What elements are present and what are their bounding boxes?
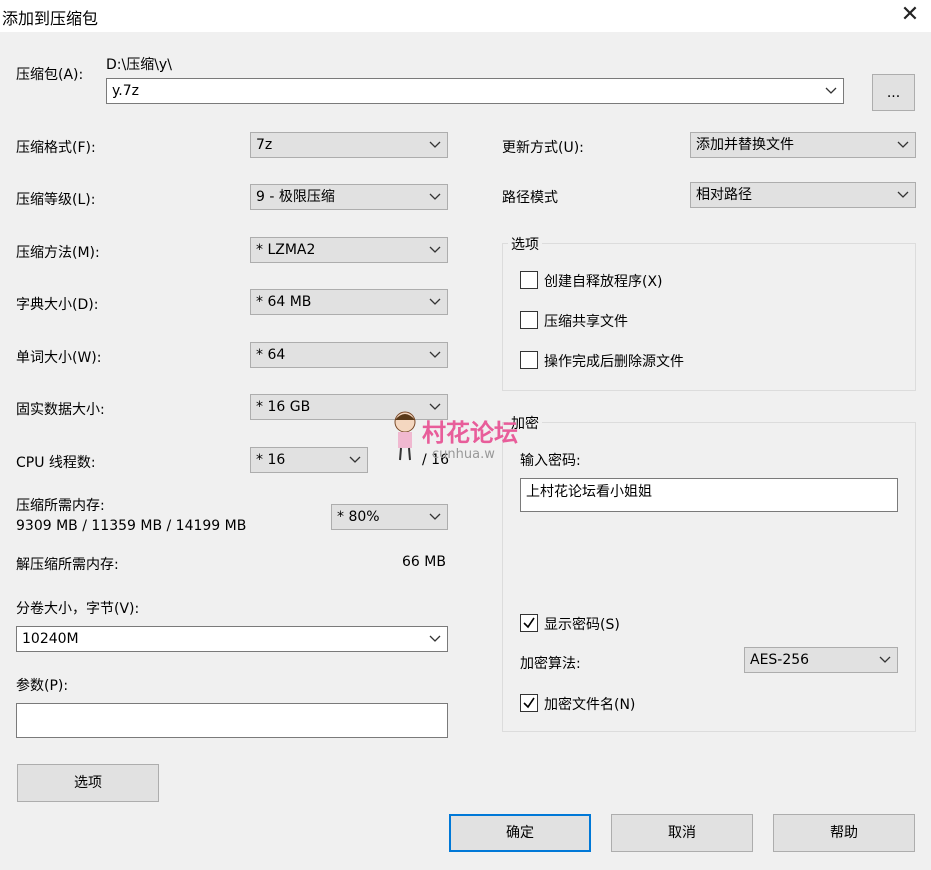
- method-select[interactable]: * LZMA2: [250, 237, 448, 263]
- archive-name-value: y.7z: [112, 83, 139, 99]
- watermark-figure-icon: [390, 410, 420, 462]
- watermark-text: 村花论坛: [422, 419, 518, 447]
- password-label: 输入密码:: [520, 453, 581, 469]
- archive-name-combo[interactable]: y.7z: [106, 78, 844, 104]
- help-button[interactable]: 帮助: [773, 814, 915, 852]
- mem-select[interactable]: * 80%: [331, 504, 448, 530]
- chevron-down-icon: [429, 290, 441, 314]
- chevron-down-icon: [429, 133, 441, 157]
- word-select[interactable]: * 64: [250, 342, 448, 368]
- dict-select[interactable]: * 64 MB: [250, 289, 448, 315]
- checkmark-icon: [523, 697, 535, 709]
- show-password-checkbox[interactable]: [520, 614, 538, 632]
- dict-value: * 64 MB: [256, 294, 312, 310]
- decomp-value: 66 MB: [402, 554, 446, 570]
- encrypt-names-label: 加密文件名(N): [544, 697, 636, 713]
- archive-path: D:\压缩\y\: [106, 57, 172, 73]
- level-label: 压缩等级(L):: [16, 192, 96, 208]
- ok-button[interactable]: 确定: [449, 814, 591, 852]
- solid-label: 固实数据大小:: [16, 402, 105, 418]
- solid-value: * 16 GB: [256, 399, 311, 415]
- chevron-down-icon: [429, 185, 441, 209]
- word-label: 单词大小(W):: [16, 350, 102, 366]
- cancel-button[interactable]: 取消: [611, 814, 753, 852]
- chevron-down-icon: [349, 448, 361, 472]
- pathmode-label: 路径模式: [502, 190, 558, 206]
- level-select[interactable]: 9 - 极限压缩: [250, 184, 448, 210]
- shared-label: 压缩共享文件: [544, 314, 628, 330]
- chevron-down-icon: [429, 627, 441, 651]
- options-button[interactable]: 选项: [17, 764, 159, 802]
- delete-source-label: 操作完成后删除源文件: [544, 354, 684, 370]
- watermark-sub: cunhua.w: [432, 447, 495, 462]
- algo-value: AES-256: [750, 652, 810, 668]
- mem-label: 压缩所需内存:: [16, 498, 105, 514]
- pathmode-select[interactable]: 相对路径: [690, 182, 916, 208]
- checkmark-icon: [523, 617, 535, 629]
- show-password-label: 显示密码(S): [544, 617, 620, 633]
- params-input[interactable]: [16, 703, 448, 738]
- method-label: 压缩方法(M):: [16, 245, 100, 261]
- options-group-title: 选项: [508, 234, 542, 254]
- sfx-checkbox[interactable]: [520, 271, 538, 289]
- chevron-down-icon: [429, 238, 441, 262]
- mem-value: * 80%: [337, 509, 380, 525]
- close-icon[interactable]: ✕: [897, 2, 923, 28]
- algo-label: 加密算法:: [520, 656, 581, 672]
- threads-label: CPU 线程数:: [16, 455, 96, 471]
- update-value: 添加并替换文件: [696, 137, 794, 153]
- dict-label: 字典大小(D):: [16, 297, 99, 313]
- browse-button[interactable]: ...: [872, 74, 915, 111]
- format-select[interactable]: 7z: [250, 132, 448, 158]
- chevron-down-icon: [825, 79, 837, 103]
- encrypt-names-checkbox[interactable]: [520, 694, 538, 712]
- word-value: * 64: [256, 347, 286, 363]
- params-label: 参数(P):: [16, 678, 69, 694]
- archive-label: 压缩包(A):: [16, 67, 84, 83]
- chevron-down-icon: [879, 648, 891, 672]
- shared-checkbox[interactable]: [520, 311, 538, 329]
- threads-value: * 16: [256, 452, 286, 468]
- sfx-label: 创建自释放程序(X): [544, 274, 663, 290]
- mem-detail: 9309 MB / 11359 MB / 14199 MB: [16, 518, 247, 534]
- decomp-label: 解压缩所需内存:: [16, 557, 119, 573]
- window-title: 添加到压缩包: [2, 9, 99, 28]
- password-input[interactable]: 上村花论坛看小姐姐: [520, 478, 898, 512]
- chevron-down-icon: [897, 183, 909, 207]
- volume-combo[interactable]: 10240M: [16, 626, 448, 652]
- title-bar: [0, 0, 931, 32]
- threads-select[interactable]: * 16: [250, 447, 368, 473]
- chevron-down-icon: [429, 343, 441, 367]
- chevron-down-icon: [897, 133, 909, 157]
- update-label: 更新方式(U):: [502, 140, 584, 156]
- format-value: 7z: [256, 137, 273, 153]
- chevron-down-icon: [429, 505, 441, 529]
- update-select[interactable]: 添加并替换文件: [690, 132, 916, 158]
- delete-source-checkbox[interactable]: [520, 351, 538, 369]
- volume-value: 10240M: [22, 631, 79, 647]
- method-value: * LZMA2: [256, 242, 316, 258]
- volume-label: 分卷大小，字节(V):: [16, 601, 140, 617]
- level-value: 9 - 极限压缩: [256, 189, 335, 205]
- pathmode-value: 相对路径: [696, 187, 752, 203]
- format-label: 压缩格式(F):: [16, 140, 96, 156]
- algo-select[interactable]: AES-256: [744, 647, 898, 673]
